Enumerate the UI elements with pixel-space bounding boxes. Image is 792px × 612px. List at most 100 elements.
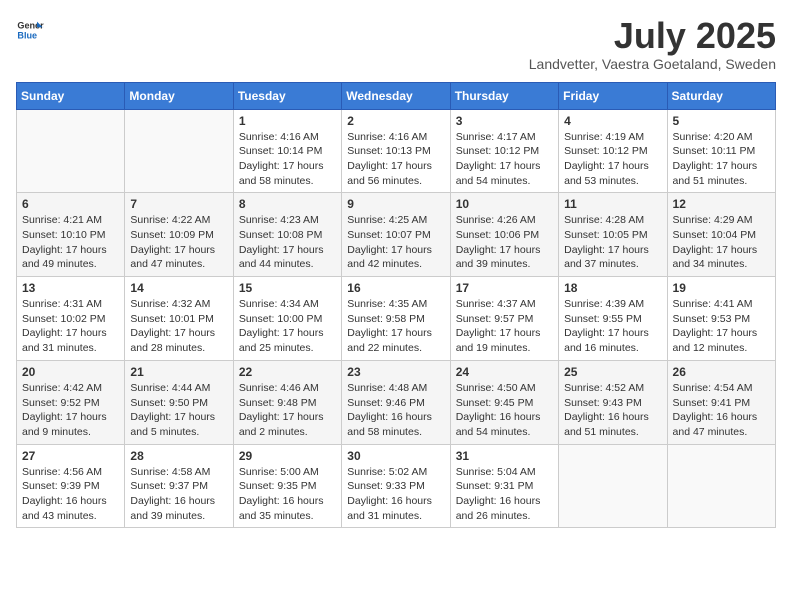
day-number: 10 [456,197,553,211]
svg-text:Blue: Blue [17,30,37,40]
calendar-cell [125,109,233,193]
day-number: 8 [239,197,336,211]
day-number: 13 [22,281,119,295]
day-info: Sunrise: 4:29 AM Sunset: 10:04 PM Daylig… [673,213,770,272]
logo-icon: General Blue [16,16,44,44]
calendar-cell: 17Sunrise: 4:37 AM Sunset: 9:57 PM Dayli… [450,277,558,361]
calendar-cell: 12 Sunrise: 4:29 AM Sunset: 10:04 PM Dayl… [667,193,775,277]
day-info: Sunrise: 4:46 AM Sunset: 9:48 PM Dayligh… [239,381,336,440]
day-number: 15 [239,281,336,295]
calendar-cell: 14Sunrise: 4:32 AM Sunset: 10:01 PM Dayl… [125,277,233,361]
day-info: Sunrise: 5:00 AM Sunset: 9:35 PM Dayligh… [239,465,336,524]
calendar-cell: 31Sunrise: 5:04 AM Sunset: 9:31 PM Dayli… [450,444,558,528]
day-number: 17 [456,281,553,295]
day-number: 12 [673,197,770,211]
calendar-cell: 26Sunrise: 4:54 AM Sunset: 9:41 PM Dayli… [667,360,775,444]
day-info: Sunrise: 4:19 AM Sunset: 10:12 PM Daylig… [564,130,661,189]
calendar-cell: 8 Sunrise: 4:23 AM Sunset: 10:08 PM Dayli… [233,193,341,277]
week-row-1: 6Sunrise: 4:21 AM Sunset: 10:10 PM Dayli… [17,193,776,277]
day-number: 2 [347,114,444,128]
day-info: Sunrise: 4:23 AM Sunset: 10:08 PM Daylig… [239,213,336,272]
calendar-cell: 11Sunrise: 4:28 AM Sunset: 10:05 PM Dayl… [559,193,667,277]
day-number: 14 [130,281,227,295]
calendar-cell: 7 Sunrise: 4:22 AM Sunset: 10:09 PM Dayli… [125,193,233,277]
day-number: 26 [673,365,770,379]
day-info: Sunrise: 4:35 AM Sunset: 9:58 PM Dayligh… [347,297,444,356]
day-number: 4 [564,114,661,128]
logo: General Blue [16,16,44,44]
calendar-cell: 20Sunrise: 4:42 AM Sunset: 9:52 PM Dayli… [17,360,125,444]
page-header: General Blue July 2025 Landvetter, Vaest… [16,16,776,72]
weekday-header-friday: Friday [559,82,667,109]
day-number: 24 [456,365,553,379]
main-title: July 2025 [529,16,776,56]
day-info: Sunrise: 4:31 AM Sunset: 10:02 PM Daylig… [22,297,119,356]
day-number: 7 [130,197,227,211]
day-number: 25 [564,365,661,379]
week-row-0: 1 Sunrise: 4:16 AM Sunset: 10:14 PM Dayli… [17,109,776,193]
calendar-cell: 6Sunrise: 4:21 AM Sunset: 10:10 PM Dayli… [17,193,125,277]
calendar-cell: 16 Sunrise: 4:35 AM Sunset: 9:58 PM Dayli… [342,277,450,361]
day-info: Sunrise: 4:25 AM Sunset: 10:07 PM Daylig… [347,213,444,272]
day-number: 16 [347,281,444,295]
calendar-cell: 28 Sunrise: 4:58 AM Sunset: 9:37 PM Dayli… [125,444,233,528]
calendar-table: SundayMondayTuesdayWednesdayThursdayFrid… [16,82,776,529]
title-block: July 2025 Landvetter, Vaestra Goetaland,… [529,16,776,72]
calendar-cell: 3 Sunrise: 4:17 AM Sunset: 10:12 PM Dayli… [450,109,558,193]
calendar-cell: 25 Sunrise: 4:52 AM Sunset: 9:43 PM Dayli… [559,360,667,444]
day-number: 22 [239,365,336,379]
calendar-cell: 2 Sunrise: 4:16 AM Sunset: 10:13 PM Dayli… [342,109,450,193]
week-row-3: 20Sunrise: 4:42 AM Sunset: 9:52 PM Dayli… [17,360,776,444]
weekday-header-row: SundayMondayTuesdayWednesdayThursdayFrid… [17,82,776,109]
day-number: 30 [347,449,444,463]
day-info: Sunrise: 4:44 AM Sunset: 9:50 PM Dayligh… [130,381,227,440]
day-number: 3 [456,114,553,128]
day-info: Sunrise: 4:22 AM Sunset: 10:09 PM Daylig… [130,213,227,272]
day-number: 27 [22,449,119,463]
calendar-cell: 15 Sunrise: 4:34 AM Sunset: 10:00 PM Dayl… [233,277,341,361]
weekday-header-thursday: Thursday [450,82,558,109]
day-info: Sunrise: 4:48 AM Sunset: 9:46 PM Dayligh… [347,381,444,440]
calendar-cell: 29 Sunrise: 5:00 AM Sunset: 9:35 PM Dayli… [233,444,341,528]
day-info: Sunrise: 4:34 AM Sunset: 10:00 PM Daylig… [239,297,336,356]
day-number: 29 [239,449,336,463]
day-info: Sunrise: 4:42 AM Sunset: 9:52 PM Dayligh… [22,381,119,440]
day-number: 11 [564,197,661,211]
day-number: 6 [22,197,119,211]
subtitle: Landvetter, Vaestra Goetaland, Sweden [529,56,776,72]
calendar-cell: 10 Sunrise: 4:26 AM Sunset: 10:06 PM Dayl… [450,193,558,277]
calendar-cell: 27Sunrise: 4:56 AM Sunset: 9:39 PM Dayli… [17,444,125,528]
day-number: 1 [239,114,336,128]
calendar-cell: 19Sunrise: 4:41 AM Sunset: 9:53 PM Dayli… [667,277,775,361]
calendar-cell: 1 Sunrise: 4:16 AM Sunset: 10:14 PM Dayli… [233,109,341,193]
week-row-2: 13 Sunrise: 4:31 AM Sunset: 10:02 PM Dayl… [17,277,776,361]
calendar-cell: 4 Sunrise: 4:19 AM Sunset: 10:12 PM Dayli… [559,109,667,193]
day-info: Sunrise: 4:26 AM Sunset: 10:06 PM Daylig… [456,213,553,272]
calendar-cell: 24 Sunrise: 4:50 AM Sunset: 9:45 PM Dayli… [450,360,558,444]
calendar-cell: 9Sunrise: 4:25 AM Sunset: 10:07 PM Dayli… [342,193,450,277]
day-info: Sunrise: 4:16 AM Sunset: 10:13 PM Daylig… [347,130,444,189]
day-number: 5 [673,114,770,128]
calendar-cell [17,109,125,193]
day-info: Sunrise: 4:52 AM Sunset: 9:43 PM Dayligh… [564,381,661,440]
day-info: Sunrise: 4:16 AM Sunset: 10:14 PM Daylig… [239,130,336,189]
weekday-header-wednesday: Wednesday [342,82,450,109]
day-number: 18 [564,281,661,295]
calendar-cell: 13 Sunrise: 4:31 AM Sunset: 10:02 PM Dayl… [17,277,125,361]
day-info: Sunrise: 5:02 AM Sunset: 9:33 PM Dayligh… [347,465,444,524]
day-number: 28 [130,449,227,463]
day-info: Sunrise: 4:39 AM Sunset: 9:55 PM Dayligh… [564,297,661,356]
calendar-cell [559,444,667,528]
day-info: Sunrise: 4:17 AM Sunset: 10:12 PM Daylig… [456,130,553,189]
day-number: 21 [130,365,227,379]
calendar-cell: 22 Sunrise: 4:46 AM Sunset: 9:48 PM Dayli… [233,360,341,444]
day-info: Sunrise: 5:04 AM Sunset: 9:31 PM Dayligh… [456,465,553,524]
calendar-cell [667,444,775,528]
week-row-4: 27Sunrise: 4:56 AM Sunset: 9:39 PM Dayli… [17,444,776,528]
calendar-cell: 30 Sunrise: 5:02 AM Sunset: 9:33 PM Dayli… [342,444,450,528]
day-info: Sunrise: 4:58 AM Sunset: 9:37 PM Dayligh… [130,465,227,524]
weekday-header-saturday: Saturday [667,82,775,109]
day-number: 19 [673,281,770,295]
weekday-header-tuesday: Tuesday [233,82,341,109]
day-info: Sunrise: 4:50 AM Sunset: 9:45 PM Dayligh… [456,381,553,440]
